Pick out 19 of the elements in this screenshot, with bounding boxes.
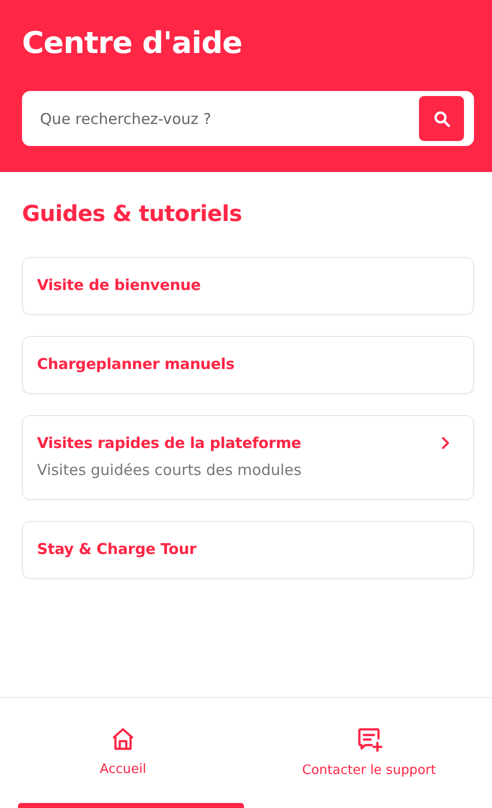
nav-tab[interactable]: Accueil	[0, 698, 246, 808]
search-icon	[432, 110, 450, 128]
guide-title: Chargeplanner manuels	[37, 355, 234, 373]
section-title: Guides & tutoriels	[22, 202, 243, 227]
guide-title: Stay & Charge Tour	[37, 540, 196, 558]
guide-card[interactable]: Visite de bienvenue	[22, 257, 474, 315]
guide-card[interactable]: Visites rapides de la plateforme Visites guidées courts des modules	[22, 415, 474, 500]
search-field[interactable]: Que recherchez-vouz ?	[38, 108, 419, 128]
search-button[interactable]	[419, 96, 464, 141]
home-icon	[110, 726, 136, 752]
guide-card[interactable]: Chargeplanner manuels	[22, 336, 474, 394]
search-bar[interactable]: Que recherchez-vouz ?	[22, 91, 474, 146]
nav-tab[interactable]: Contacter le support	[246, 698, 492, 808]
guide-subtitle: Visites guidées courts des modules	[37, 461, 302, 479]
page-title: Centre d'aide	[22, 26, 244, 61]
guide-title: Visite de bienvenue	[37, 276, 201, 294]
guide-title: Visites rapides de la plateforme	[37, 434, 302, 452]
guide-card[interactable]: Stay & Charge Tour	[22, 521, 474, 579]
chat-add-icon	[356, 726, 382, 753]
